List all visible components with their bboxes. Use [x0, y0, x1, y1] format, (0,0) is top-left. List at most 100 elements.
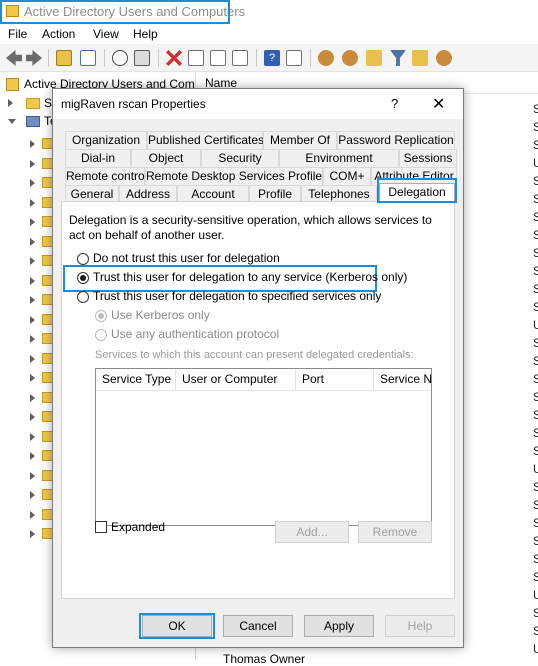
column-user-or-computer[interactable]: User or Computer [176, 369, 296, 391]
tab-password-replication[interactable]: Password Replication [337, 131, 455, 149]
radio-no-trust[interactable] [77, 253, 89, 265]
new-user-icon[interactable] [318, 50, 334, 66]
services-caption: Services to which this account can prese… [95, 349, 414, 361]
description-cell: S [533, 228, 538, 242]
description-cell: S [533, 624, 538, 638]
tab-organization[interactable]: Organization [65, 131, 147, 149]
column-service-type[interactable]: Service Type [96, 369, 176, 391]
description-cell: S [533, 282, 538, 296]
description-cell: S [533, 246, 538, 260]
menu-help[interactable]: Help [133, 27, 158, 41]
chevron-right-icon[interactable] [30, 335, 35, 343]
radio-trust-any-label[interactable]: Trust this user for delegation to any se… [93, 270, 407, 284]
chevron-right-icon[interactable] [30, 491, 35, 499]
chevron-right-icon[interactable] [30, 179, 35, 187]
tab-object[interactable]: Object [131, 149, 201, 167]
chevron-right-icon[interactable] [8, 99, 13, 107]
export-list-icon[interactable] [232, 50, 248, 66]
column-port[interactable]: Port [296, 369, 374, 391]
apply-button[interactable]: Apply [304, 615, 374, 637]
radio-any-protocol[interactable] [95, 329, 107, 341]
chevron-right-icon[interactable] [30, 374, 35, 382]
chevron-right-icon[interactable] [30, 354, 35, 363]
chevron-right-icon[interactable] [30, 393, 35, 402]
chevron-right-icon[interactable] [30, 315, 35, 324]
show-console-tree-icon[interactable] [80, 50, 96, 66]
cut-icon[interactable] [112, 50, 128, 66]
description-cell: S [533, 372, 538, 386]
menu-view[interactable]: View [93, 27, 119, 41]
radio-kerberos-only[interactable] [95, 310, 107, 322]
up-folder-icon[interactable] [56, 50, 72, 66]
new-ou-icon[interactable] [366, 50, 382, 66]
description-cell: S [533, 300, 538, 314]
chevron-down-icon[interactable] [8, 119, 16, 124]
filter-icon[interactable] [390, 50, 406, 66]
radio-trust-specified[interactable] [77, 291, 89, 303]
refresh-icon[interactable] [210, 50, 226, 66]
properties-dialog: migRaven rscan Properties ? ✕ Organizati… [52, 88, 464, 648]
properties-icon[interactable] [188, 50, 204, 66]
chevron-right-icon[interactable] [30, 218, 35, 226]
help-button[interactable]: Help [385, 615, 455, 637]
tab-remote-control[interactable]: Remote control [65, 167, 147, 185]
ok-button[interactable]: OK [142, 615, 212, 637]
tab-com[interactable]: COM+ [323, 167, 371, 185]
tab-member-of[interactable]: Member Of [263, 131, 337, 149]
delete-icon[interactable] [166, 50, 182, 66]
toolbar-separator [310, 49, 311, 67]
chevron-right-icon[interactable] [30, 471, 35, 480]
tab-environment[interactable]: Environment [279, 149, 399, 167]
help-icon[interactable]: ? [391, 96, 398, 111]
title-highlight [0, 0, 230, 24]
add-button[interactable]: Add... [275, 521, 349, 543]
new-group-icon[interactable] [342, 50, 358, 66]
chevron-right-icon[interactable] [30, 140, 35, 148]
forward-icon[interactable] [26, 50, 42, 66]
tab-published-certificates[interactable]: Published Certificates [147, 131, 264, 149]
delegation-tab-highlight [377, 178, 457, 203]
remove-button[interactable]: Remove [358, 521, 432, 543]
add-to-group-icon[interactable] [436, 50, 452, 66]
tab-dial-in[interactable]: Dial-in [65, 149, 131, 167]
chevron-right-icon[interactable] [30, 159, 35, 168]
chevron-right-icon[interactable] [30, 432, 35, 441]
action-pane-icon[interactable] [286, 50, 302, 66]
chevron-right-icon[interactable] [30, 530, 35, 538]
chevron-right-icon[interactable] [30, 510, 35, 519]
cancel-button[interactable]: Cancel [223, 615, 293, 637]
back-icon[interactable] [6, 50, 22, 66]
radio-any-protocol-label[interactable]: Use any authentication protocol [111, 327, 279, 341]
find-icon[interactable] [412, 50, 428, 66]
tab-sessions[interactable]: Sessions [399, 149, 457, 167]
tree-root-icon[interactable] [6, 78, 19, 91]
copy-icon[interactable] [134, 50, 150, 66]
chevron-right-icon[interactable] [30, 198, 35, 207]
expanded-checkbox[interactable] [95, 521, 107, 533]
radio-no-trust-label[interactable]: Do not trust this user for delegation [93, 251, 280, 265]
description-cell: S [533, 570, 538, 584]
chevron-right-icon[interactable] [30, 413, 35, 421]
description-cell: S [533, 210, 538, 224]
radio-trust-any[interactable] [77, 272, 89, 284]
menu-file[interactable]: File [8, 27, 27, 41]
chevron-right-icon[interactable] [30, 452, 35, 460]
description-cell: S [533, 552, 538, 566]
description-cell: S [533, 138, 538, 152]
expanded-label[interactable]: Expanded [111, 520, 165, 534]
chevron-right-icon[interactable] [30, 237, 35, 246]
radio-trust-specified-label[interactable]: Trust this user for delegation to specif… [93, 289, 381, 303]
tab-remote-desktop-services-profile[interactable]: Remote Desktop Services Profile [145, 167, 323, 185]
chevron-right-icon[interactable] [30, 296, 35, 304]
chevron-right-icon[interactable] [30, 276, 35, 285]
column-service-name[interactable]: Service Na [374, 369, 431, 391]
menu-action[interactable]: Action [42, 27, 75, 41]
services-table[interactable]: Service Type User or Computer Port Servi… [95, 368, 432, 526]
chevron-right-icon[interactable] [30, 257, 35, 265]
radio-kerberos-only-label[interactable]: Use Kerberos only [111, 308, 210, 322]
domain-icon [26, 116, 40, 127]
help-icon[interactable]: ? [264, 50, 280, 66]
list-row-label[interactable]: Thomas Owner [223, 652, 305, 666]
close-icon[interactable]: ✕ [432, 94, 445, 114]
tab-security[interactable]: Security [201, 149, 279, 167]
